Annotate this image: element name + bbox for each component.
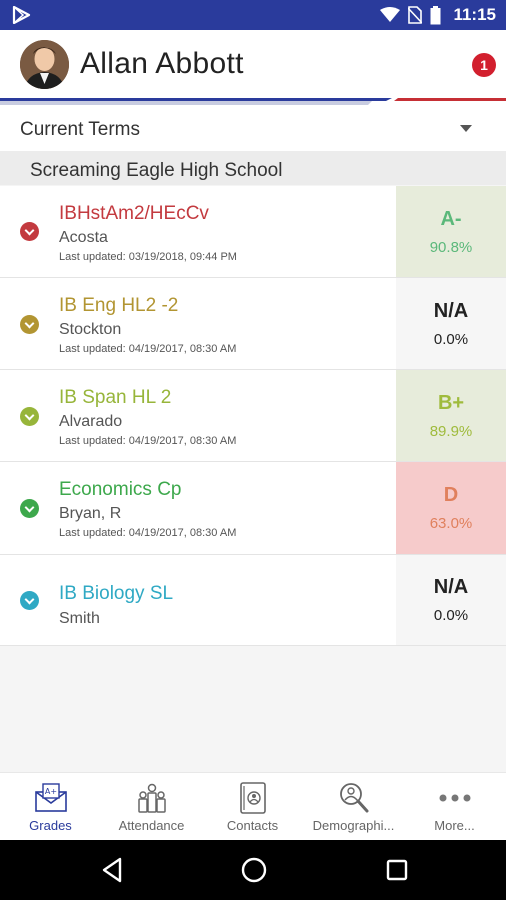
wifi-icon <box>380 7 401 22</box>
tab-more-label: More... <box>434 818 475 833</box>
school-name: Screaming Eagle High School <box>30 160 283 181</box>
student-avatar[interactable] <box>20 40 69 89</box>
people-icon <box>137 783 166 813</box>
tab-contacts-label: Contacts <box>226 818 279 833</box>
student-name: Allan Abbott <box>80 47 244 80</box>
course-row[interactable]: IB Span HL 2 Alvarado Last updated: 04/1… <box>0 370 506 462</box>
contact-book-icon <box>239 782 266 814</box>
tab-attendance-label: Attendance <box>118 818 185 833</box>
course-name: Economics Cp <box>59 479 182 500</box>
envelope-a-plus-icon: A+ <box>34 783 67 812</box>
no-sim-icon <box>408 6 423 24</box>
grade-letter: D <box>443 484 459 506</box>
grade-percent: 0.0% <box>433 607 469 624</box>
course-teacher: Acosta <box>59 229 108 246</box>
grade-percent: 0.0% <box>433 330 469 348</box>
student-header: Allan Abbott 1 <box>0 30 506 105</box>
home-icon[interactable] <box>240 856 268 884</box>
tab-grades-label: Grades <box>29 818 72 833</box>
back-icon[interactable] <box>100 856 124 884</box>
bottom-tab-bar: A+ Grades Attendance Contacts Demographi… <box>0 772 506 840</box>
course-grade[interactable]: A- 90.8% <box>396 186 506 277</box>
course-last-updated: Last updated: 04/19/2017, 08:30 AM <box>59 527 237 539</box>
more-dots-icon <box>439 794 470 802</box>
expand-course-icon[interactable] <box>20 222 39 241</box>
course-grade[interactable]: D 63.0% <box>396 462 506 554</box>
dropdown-arrow-icon <box>460 125 472 132</box>
expand-course-icon[interactable] <box>20 407 39 426</box>
course-grade[interactable]: N/A 0.0% <box>396 278 506 369</box>
expand-course-icon[interactable] <box>20 315 39 334</box>
grade-letter: A- <box>440 207 462 230</box>
clock: 11:15 <box>453 5 496 24</box>
grade-percent: 63.0% <box>429 515 473 532</box>
play-store-icon <box>12 6 31 24</box>
course-grade[interactable]: N/A 0.0% <box>396 555 506 645</box>
expand-course-icon[interactable] <box>20 499 39 518</box>
student-photo <box>20 40 69 89</box>
status-bar: 11:15 <box>0 0 506 30</box>
term-selector[interactable]: Current Terms <box>0 105 506 151</box>
course-last-updated: Last updated: 04/19/2017, 08:30 AM <box>59 343 237 355</box>
course-row[interactable]: IB Biology SL Smith N/A 0.0% <box>0 555 506 646</box>
tab-contacts[interactable]: Contacts <box>202 773 303 841</box>
grade-letter: N/A <box>433 576 469 598</box>
course-row[interactable]: IBHstAm2/HEcCv Acosta Last updated: 03/1… <box>0 186 506 278</box>
course-teacher: Smith <box>59 610 100 627</box>
tab-attendance[interactable]: Attendance <box>101 773 202 841</box>
course-name: IB Span HL 2 <box>59 387 172 408</box>
course-last-updated: Last updated: 04/19/2017, 08:30 AM <box>59 435 237 447</box>
system-nav-bar <box>0 840 506 900</box>
course-teacher: Alvarado <box>59 413 123 430</box>
course-row[interactable]: Economics Cp Bryan, R Last updated: 04/1… <box>0 462 506 555</box>
tab-more[interactable]: More... <box>404 773 505 841</box>
course-grade[interactable]: B+ 89.9% <box>396 370 506 461</box>
school-header: Screaming Eagle High School <box>0 151 506 185</box>
course-teacher: Bryan, R <box>59 505 122 522</box>
grade-percent: 89.9% <box>429 422 473 440</box>
tab-demographics[interactable]: Demographi... <box>303 773 404 841</box>
term-selector-label: Current Terms <box>20 119 141 140</box>
recents-icon[interactable] <box>385 856 409 884</box>
svg-text:A+: A+ <box>44 787 56 796</box>
magnifier-person-icon <box>339 783 368 813</box>
tab-grades[interactable]: A+ Grades <box>0 773 101 841</box>
course-name: IB Biology SL <box>59 583 174 604</box>
course-row[interactable]: IB Eng HL2 -2 Stockton Last updated: 04/… <box>0 278 506 370</box>
grade-percent: 90.8% <box>429 238 473 256</box>
course-teacher: Stockton <box>59 321 122 338</box>
tab-demographics-label: Demographi... <box>312 818 395 833</box>
notification-badge[interactable]: 1 <box>472 53 496 77</box>
header-accent-stripe <box>0 98 506 105</box>
grade-letter: N/A <box>433 299 469 322</box>
course-last-updated: Last updated: 03/19/2018, 09:44 PM <box>59 251 237 263</box>
expand-course-icon[interactable] <box>20 591 39 610</box>
grade-letter: B+ <box>437 391 465 414</box>
course-name: IBHstAm2/HEcCv <box>59 203 209 224</box>
battery-icon <box>430 5 441 24</box>
course-name: IB Eng HL2 -2 <box>59 295 179 316</box>
